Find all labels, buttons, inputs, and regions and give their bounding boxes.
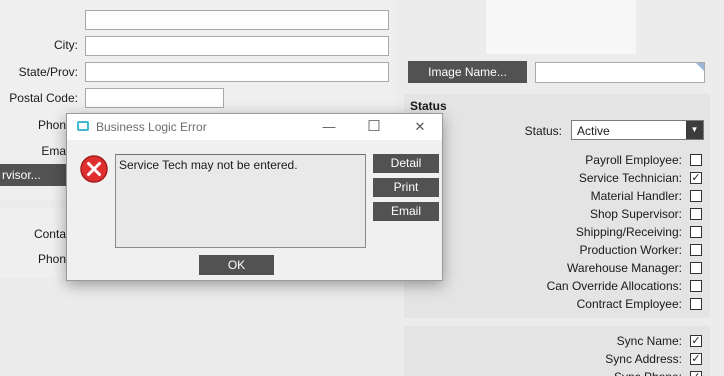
status-flag-label: Can Override Allocations: [546, 279, 682, 293]
status-flag-checkbox[interactable] [690, 154, 702, 166]
error-icon [80, 155, 108, 183]
image-name-button[interactable]: Image Name... [408, 61, 527, 83]
postal-code-field[interactable] [85, 88, 224, 108]
dialog-title: Business Logic Error [96, 120, 207, 134]
status-flag-checkbox[interactable] [690, 208, 702, 220]
status-flag-checkbox[interactable] [690, 298, 702, 310]
state-field[interactable] [85, 62, 389, 82]
sync-flag-checkbox[interactable]: ✓ [690, 353, 702, 365]
employee-image [486, 0, 636, 54]
status-flag-checkbox[interactable] [690, 262, 702, 274]
status-flag-label: Shop Supervisor: [589, 207, 682, 221]
supervisor-button[interactable]: rvisor... [0, 164, 66, 186]
status-flag-label: Payroll Employee: [585, 153, 682, 167]
sync-flag-checkbox[interactable]: ✓ [690, 335, 702, 347]
state-label: State/Prov: [18, 65, 78, 79]
email-label: Ema [41, 144, 66, 158]
sync-flag-checkbox[interactable]: ✓ [690, 371, 702, 376]
status-flag-label: Service Technician: [578, 171, 682, 185]
email-button[interactable]: Email [373, 202, 439, 221]
print-button[interactable]: Print [373, 178, 439, 197]
image-name-field[interactable] [535, 62, 705, 83]
sync-flag-label: Sync Phone: [440, 370, 682, 376]
chevron-down-icon[interactable]: ▼ [686, 121, 703, 139]
phone2-label: Phon [37, 252, 66, 266]
status-flag-label: Shipping/Receiving: [575, 225, 682, 239]
ok-button[interactable]: OK [199, 255, 274, 275]
detail-button[interactable]: Detail [373, 154, 439, 173]
status-select[interactable]: Active ▼ [571, 120, 704, 140]
error-message: Service Tech may not be entered. [119, 158, 298, 172]
contact-label: Conta [33, 227, 66, 241]
status-flag-checkbox[interactable] [690, 280, 702, 292]
phone-label: Phon [37, 118, 66, 132]
status-flag-checkbox[interactable] [690, 190, 702, 202]
status-flag-label: Material Handler: [590, 189, 682, 203]
sync-flag-label: Sync Name: [616, 334, 682, 348]
status-flag-label: Production Worker: [579, 243, 683, 257]
business-logic-error-dialog: Business Logic Error — ☐ ✕ Service Tech … [66, 113, 443, 281]
city-label: City: [54, 38, 78, 52]
status-value: Active [577, 124, 610, 138]
error-message-box[interactable]: Service Tech may not be entered. [115, 154, 366, 248]
minimize-icon[interactable]: — [318, 118, 340, 136]
status-flag-checkbox[interactable] [690, 244, 702, 256]
maximize-icon[interactable]: ☐ [363, 118, 385, 136]
corner-marker-icon [696, 63, 704, 71]
status-flag-checkbox[interactable]: ✓ [690, 172, 702, 184]
app-icon [77, 121, 89, 131]
city-field[interactable] [85, 36, 389, 56]
status-flag-label: Contract Employee: [576, 297, 682, 311]
status-flag-label: Warehouse Manager: [567, 261, 682, 275]
postal-code-label: Postal Code: [9, 91, 78, 105]
close-icon[interactable]: ✕ [409, 118, 431, 136]
sync-flag-label: Sync Address: [605, 352, 682, 366]
status-flag-checkbox[interactable] [690, 226, 702, 238]
address-line-field[interactable] [85, 10, 389, 30]
status-section-title: Status [410, 99, 447, 113]
status-label: Status: [524, 124, 562, 138]
